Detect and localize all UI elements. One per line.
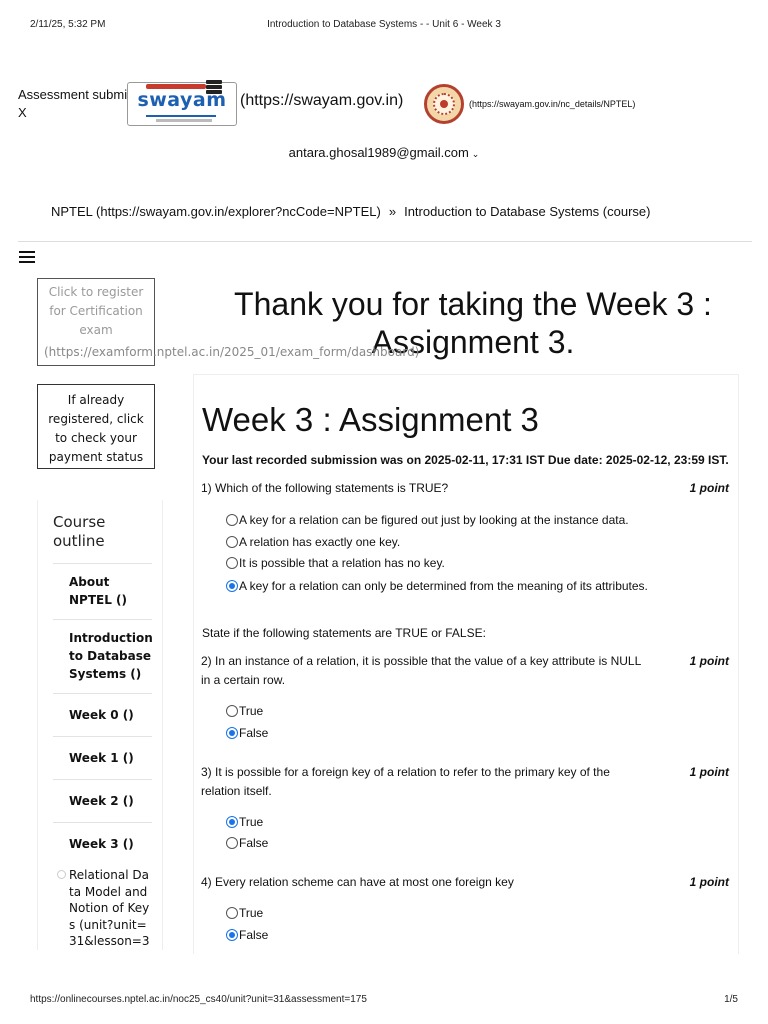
breadcrumb: NPTEL (https://swayam.gov.in/explorer?nc… bbox=[51, 204, 650, 219]
breadcrumb-course[interactable]: Introduction to Database Systems (course… bbox=[404, 204, 650, 219]
chevron-down-icon: ⌄ bbox=[471, 149, 480, 159]
swayam-url-link[interactable]: (https://swayam.gov.in) bbox=[240, 92, 403, 110]
close-x-link[interactable]: X bbox=[18, 104, 130, 122]
q3-option-true[interactable]: True bbox=[226, 815, 263, 829]
breadcrumb-separator: » bbox=[388, 204, 397, 219]
q3-option-false[interactable]: False bbox=[226, 836, 268, 850]
outline-item-about-nptel[interactable]: About NPTEL () bbox=[53, 563, 152, 619]
print-title: Introduction to Database Systems - - Uni… bbox=[267, 19, 501, 30]
q1-option-4[interactable]: A key for a relation can only be determi… bbox=[226, 579, 648, 593]
radio-button[interactable] bbox=[226, 907, 238, 919]
question-points: 1 point bbox=[689, 481, 729, 495]
radio-button-selected[interactable] bbox=[226, 929, 238, 941]
option-label: True bbox=[239, 704, 264, 718]
option-label: A relation has exactly one key. bbox=[239, 535, 401, 549]
user-email: antara.ghosal1989@gmail.com bbox=[288, 145, 469, 160]
nptel-url-link[interactable]: (https://swayam.gov.in/nc_details/NPTEL) bbox=[469, 99, 635, 109]
question-text: 4) Every relation scheme can have at mos… bbox=[201, 875, 514, 889]
radio-button[interactable] bbox=[226, 557, 238, 569]
breadcrumb-nptel-link[interactable]: NPTEL (https://swayam.gov.in/explorer?nc… bbox=[51, 204, 381, 219]
q1-option-1[interactable]: A key for a relation can be figured out … bbox=[226, 513, 629, 527]
radio-button[interactable] bbox=[226, 514, 238, 526]
header-divider bbox=[18, 241, 752, 242]
option-label: True bbox=[239, 906, 264, 920]
assessment-submission-link[interactable]: Assessment submi X bbox=[18, 86, 130, 122]
radio-button-selected[interactable] bbox=[226, 727, 238, 739]
swayam-subline bbox=[156, 119, 212, 122]
swayam-wordmark: swayam bbox=[137, 89, 227, 111]
submission-info: Your last recorded submission was on 202… bbox=[202, 453, 729, 467]
question-points: 1 point bbox=[689, 875, 729, 889]
q2-option-true[interactable]: True bbox=[226, 704, 263, 718]
option-label: A key for a relation can only be determi… bbox=[239, 579, 648, 593]
question-points: 1 point bbox=[689, 654, 729, 668]
q4-option-false[interactable]: False bbox=[226, 928, 268, 942]
outline-item-week-1[interactable]: Week 1 () bbox=[53, 736, 152, 779]
option-label: True bbox=[239, 815, 264, 829]
register-button-label: Click to register for Certification exam bbox=[48, 285, 144, 337]
q1-option-3[interactable]: It is possible that a relation has no ke… bbox=[226, 556, 445, 570]
radio-button[interactable] bbox=[226, 705, 238, 717]
swayam-underline bbox=[146, 115, 216, 117]
examform-url-link[interactable]: (https://examform.nptel.ac.in/2025_01/ex… bbox=[44, 345, 419, 359]
q1-option-2[interactable]: A relation has exactly one key. bbox=[226, 535, 400, 549]
outline-subitem-relational-data-model[interactable]: Relational Data Model and Notion of Keys… bbox=[53, 865, 152, 950]
outline-item-introduction[interactable]: Introduction to Database Systems () bbox=[53, 619, 153, 693]
radio-button[interactable] bbox=[226, 536, 238, 548]
state-instruction: State if the following statements are TR… bbox=[202, 626, 486, 640]
nptel-logo-core bbox=[440, 100, 448, 108]
question-2: 2) In an instance of a relation, it is p… bbox=[201, 652, 729, 690]
option-label: False bbox=[239, 726, 269, 740]
option-label: False bbox=[239, 928, 269, 942]
progress-circle-icon bbox=[57, 870, 66, 879]
radio-button-selected[interactable] bbox=[226, 816, 238, 828]
question-points: 1 point bbox=[689, 765, 729, 779]
print-header: 2/11/25, 5:32 PM Introduction to Databas… bbox=[30, 19, 738, 33]
outline-item-week-0[interactable]: Week 0 () bbox=[53, 693, 152, 736]
course-outline-heading: Course outline bbox=[53, 513, 106, 550]
option-label: False bbox=[239, 836, 269, 850]
print-footer: https://onlinecourses.nptel.ac.in/noc25_… bbox=[30, 994, 738, 1005]
option-label: It is possible that a relation has no ke… bbox=[239, 556, 445, 570]
option-label: A key for a relation can be figured out … bbox=[239, 513, 629, 527]
outline-item-week-2[interactable]: Week 2 () bbox=[53, 779, 152, 822]
subitem-label: Relational Data Model and Notion of Keys… bbox=[69, 868, 150, 949]
outline-item-week-3[interactable]: Week 3 () bbox=[53, 822, 152, 865]
radio-button[interactable] bbox=[226, 837, 238, 849]
assignment-title: Week 3 : Assignment 3 bbox=[202, 401, 539, 438]
assessment-link-label: Assessment submi bbox=[18, 87, 128, 102]
print-page-number: 1/5 bbox=[724, 994, 738, 1005]
hamburger-menu-icon[interactable] bbox=[19, 251, 35, 263]
question-3: 3) It is possible for a foreign key of a… bbox=[201, 763, 729, 801]
payment-button-label: If already registered, click to check yo… bbox=[48, 393, 144, 464]
question-text: 3) It is possible for a foreign key of a… bbox=[201, 765, 610, 798]
q4-option-true[interactable]: True bbox=[226, 906, 263, 920]
question-1: 1) Which of the following statements is … bbox=[201, 479, 729, 498]
swayam-logo[interactable]: swayam bbox=[127, 80, 237, 126]
course-outline: Course outline About NPTEL () Introducti… bbox=[37, 500, 163, 950]
q2-option-false[interactable]: False bbox=[226, 726, 268, 740]
user-menu[interactable]: antara.ghosal1989@gmail.com ⌄ bbox=[0, 145, 768, 160]
print-footer-url: https://onlinecourses.nptel.ac.in/noc25_… bbox=[30, 994, 367, 1005]
question-4: 4) Every relation scheme can have at mos… bbox=[201, 873, 729, 892]
radio-button-selected[interactable] bbox=[226, 580, 238, 592]
nptel-logo-icon[interactable] bbox=[424, 84, 464, 124]
question-text: 1) Which of the following statements is … bbox=[201, 481, 449, 495]
question-text: 2) In an instance of a relation, it is p… bbox=[201, 654, 641, 687]
payment-status-button[interactable]: If already registered, click to check yo… bbox=[37, 384, 155, 469]
